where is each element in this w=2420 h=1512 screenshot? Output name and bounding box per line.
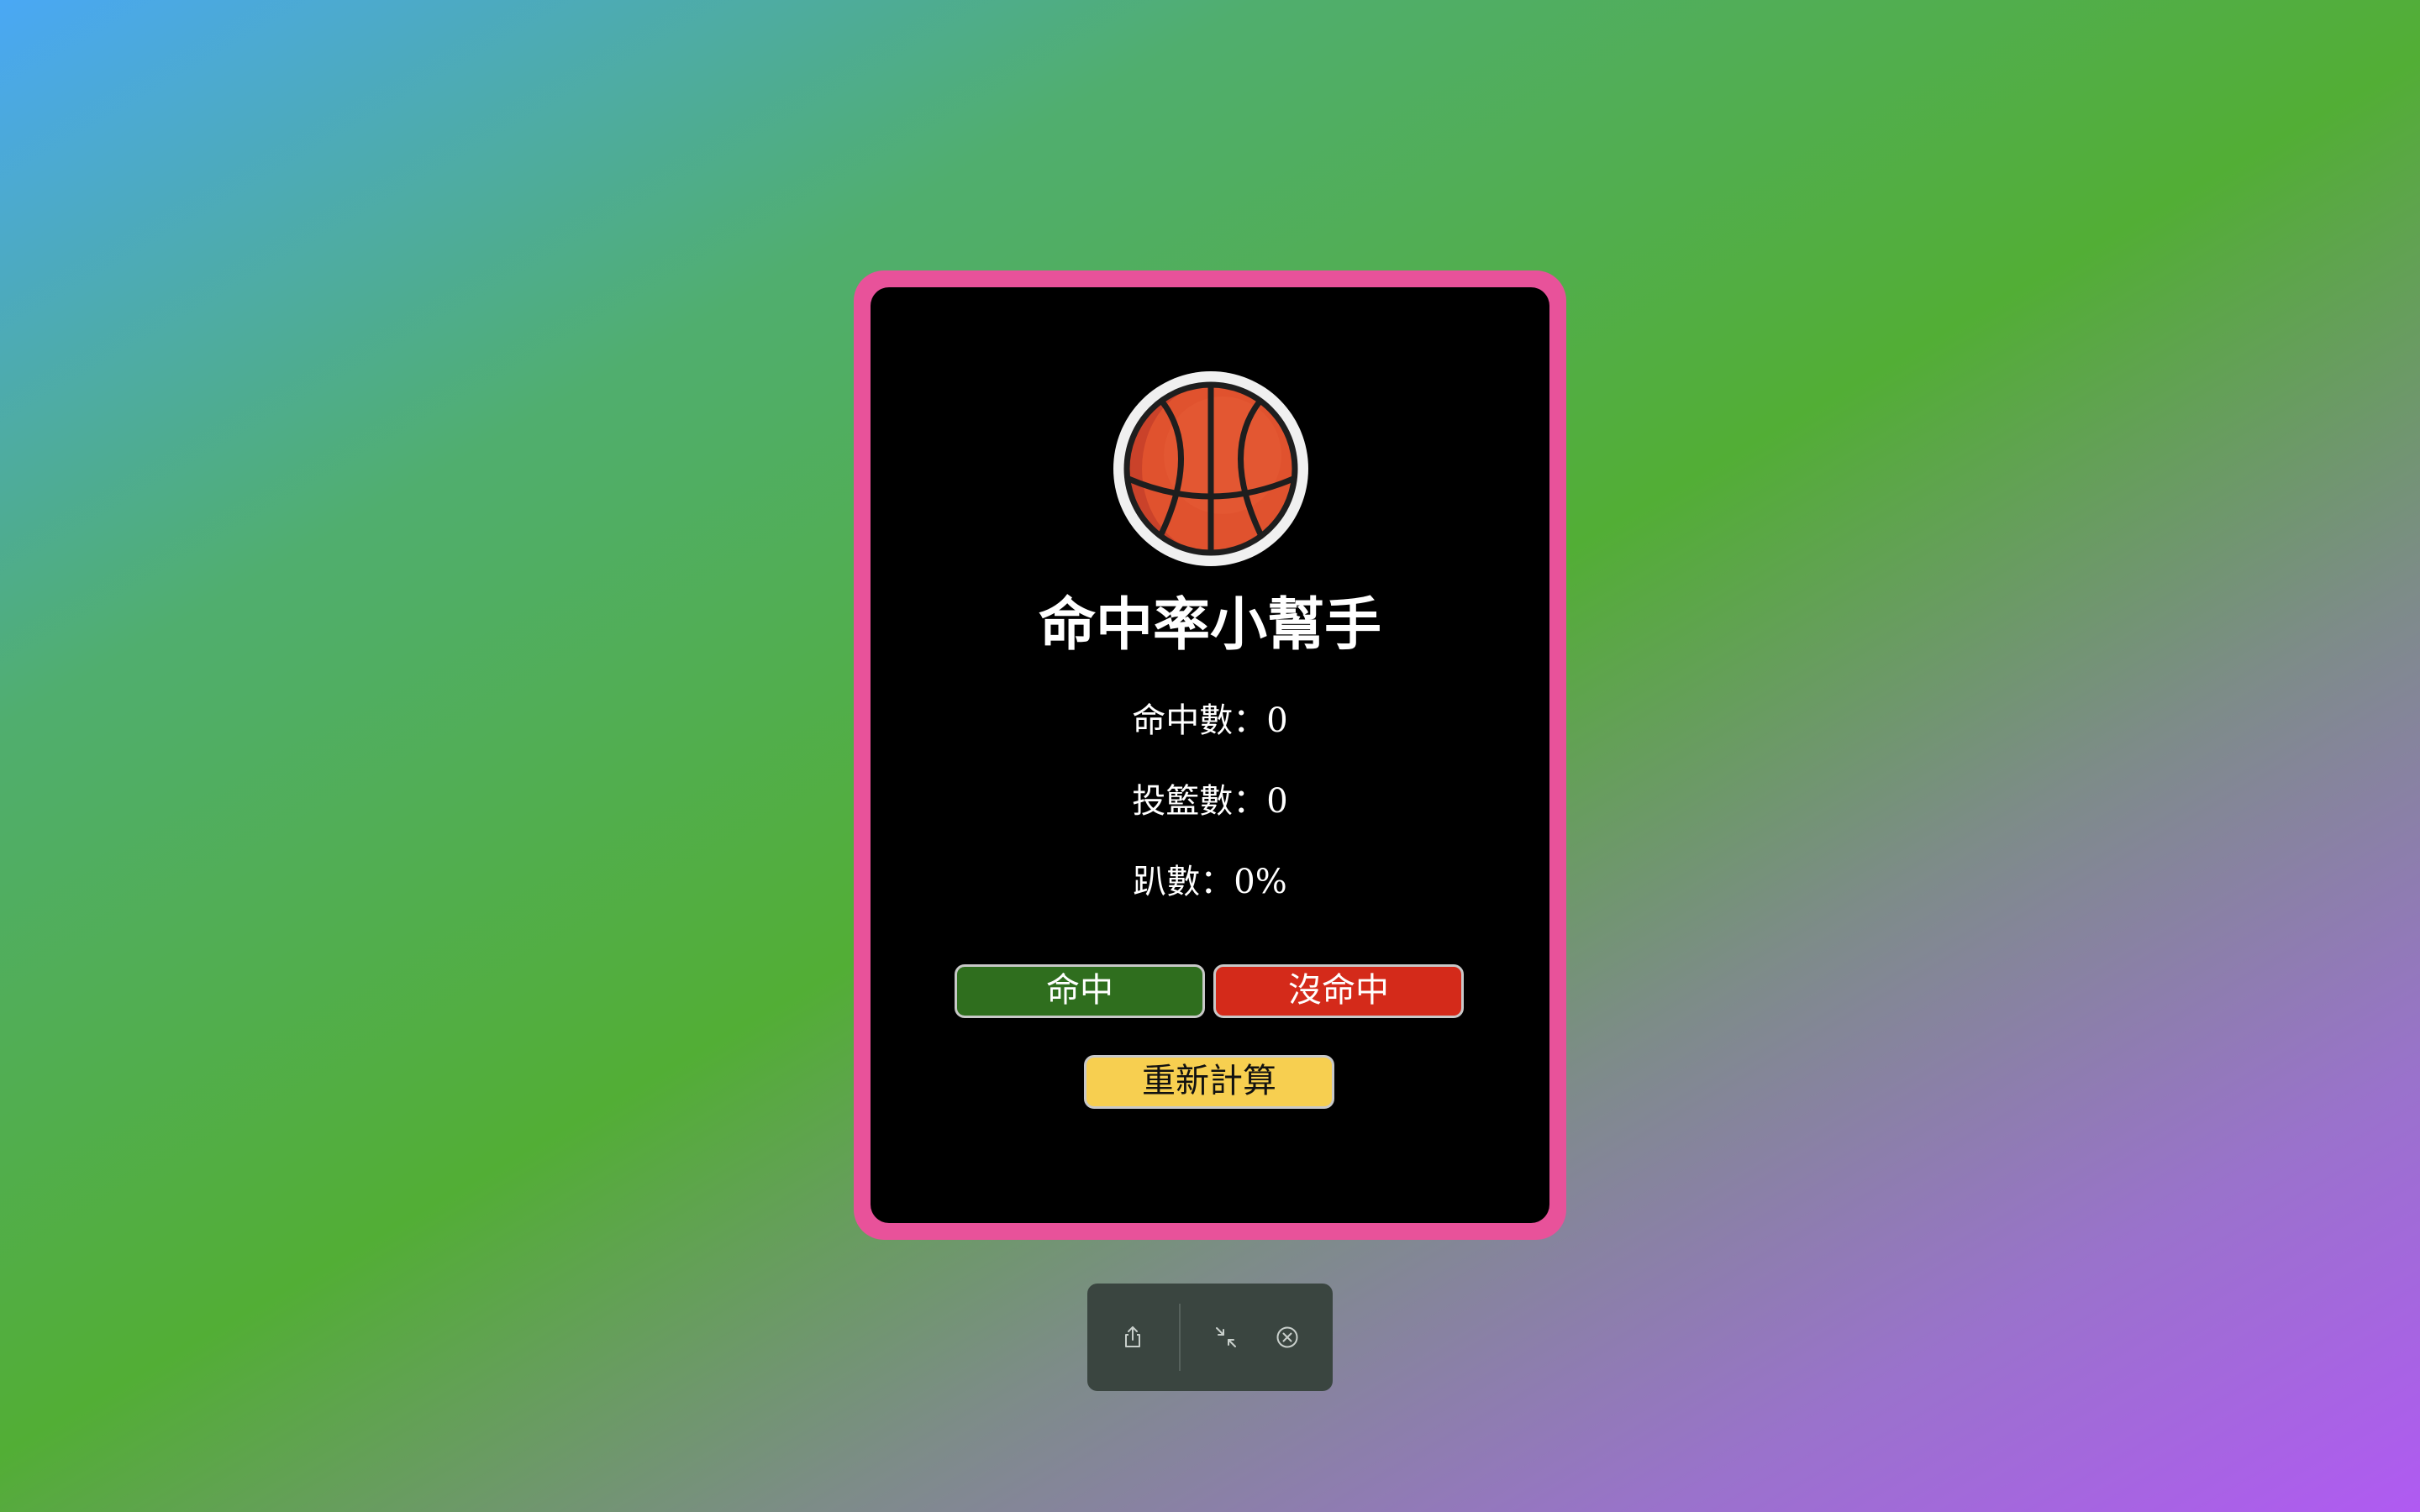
attempt-count: 投籃數：0 — [1132, 782, 1288, 821]
reset-button[interactable]: 重新計算 — [1084, 1055, 1334, 1109]
hit-button[interactable]: 命中 — [955, 964, 1205, 1018]
app-card-body: 命中率小幫手 命中數：0 投籃數：0 趴數：0% 命中 沒命中 重新計算 — [871, 287, 1549, 1223]
close-circle-icon — [1276, 1326, 1298, 1348]
share-icon — [1125, 1326, 1140, 1347]
page-title: 命中率小幫手 — [1038, 591, 1381, 659]
toolbar-divider — [1179, 1304, 1181, 1371]
basketball-logo — [1113, 371, 1308, 566]
miss-button[interactable]: 沒命中 — [1213, 964, 1464, 1018]
shrink-button[interactable] — [1206, 1317, 1246, 1357]
made-count: 命中數：0 — [1132, 701, 1288, 740]
window-toolbar — [1087, 1284, 1333, 1391]
basketball-icon — [1123, 381, 1298, 556]
app-card: 命中率小幫手 命中數：0 投籃數：0 趴數：0% 命中 沒命中 重新計算 — [854, 270, 1566, 1240]
percentage-value: 趴數：0% — [1133, 863, 1287, 901]
shrink-icon — [1216, 1327, 1236, 1347]
share-button[interactable] — [1113, 1317, 1153, 1357]
close-button[interactable] — [1267, 1317, 1307, 1357]
